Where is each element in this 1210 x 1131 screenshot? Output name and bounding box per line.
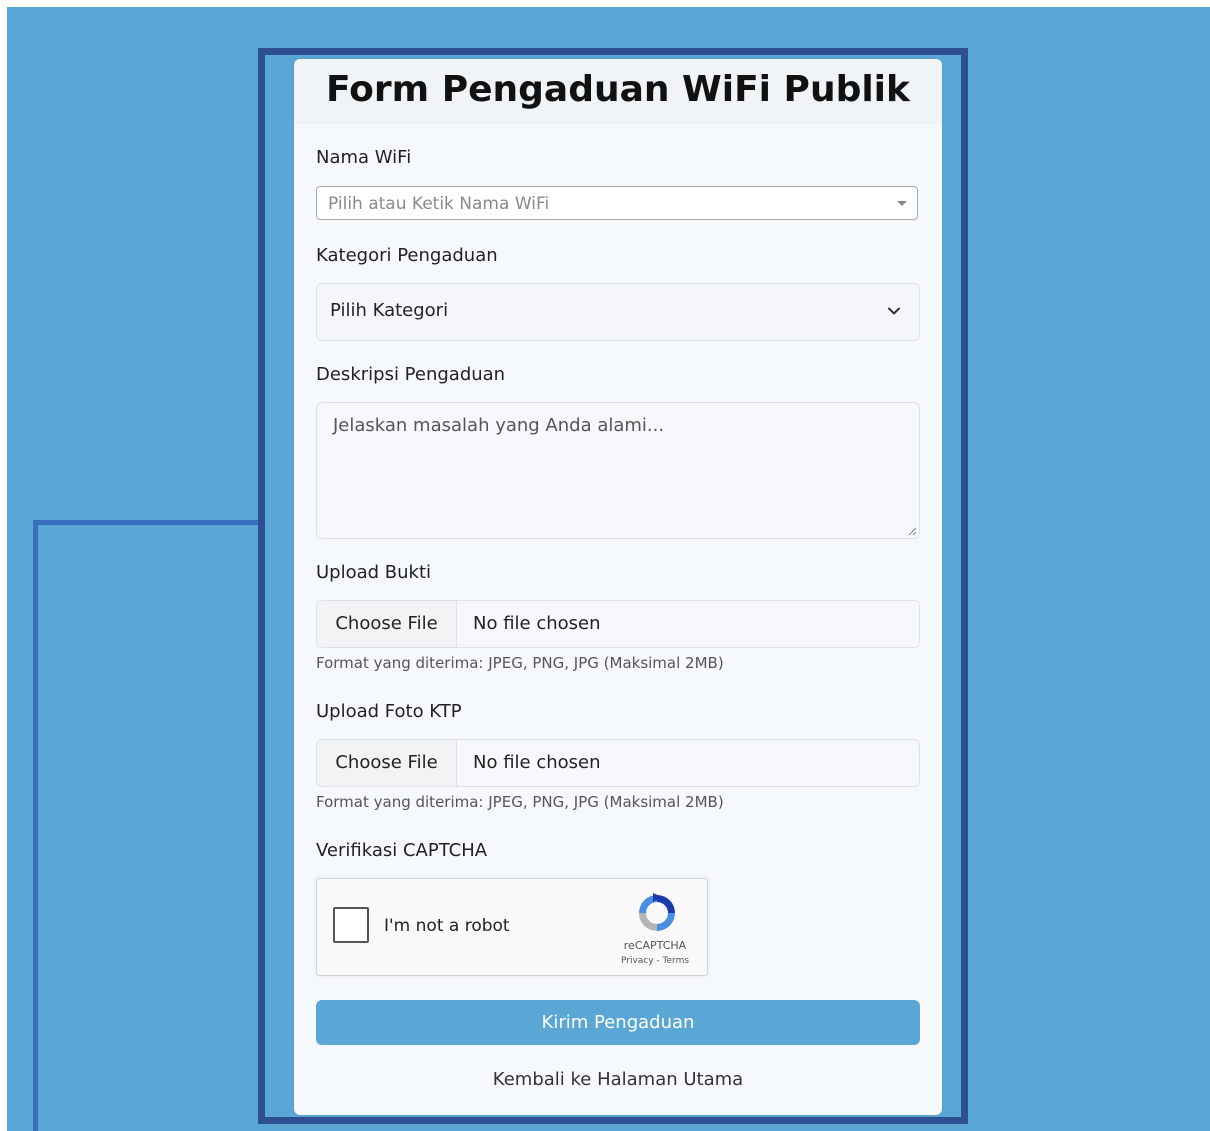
upload-ktp-input[interactable]: Choose File No file chosen	[316, 739, 920, 787]
caret-down-icon	[897, 201, 907, 206]
decorative-line	[33, 520, 261, 1131]
captcha-label: Verifikasi CAPTCHA	[316, 840, 488, 861]
upload-evidence-status: No file chosen	[473, 613, 601, 634]
recaptcha-widget: I'm not a robot reCAPTCHA Privacy - Term…	[316, 878, 708, 976]
upload-evidence-choose-button[interactable]: Choose File	[317, 601, 457, 647]
recaptcha-brand-text: reCAPTCHA	[623, 939, 687, 952]
upload-evidence-hint: Format yang diterima: JPEG, PNG, JPG (Ma…	[316, 654, 724, 672]
category-select[interactable]: Pilih Kategori	[316, 283, 920, 341]
recaptcha-logo-icon	[639, 893, 675, 931]
upload-ktp-status: No file chosen	[473, 752, 601, 773]
back-to-home-link[interactable]: Kembali ke Halaman Utama	[294, 1069, 942, 1090]
resize-handle-icon[interactable]	[907, 526, 917, 536]
description-textarea[interactable]: Jelaskan masalah yang Anda alami...	[316, 402, 920, 539]
category-selected-value: Pilih Kategori	[330, 300, 449, 321]
page-title: Form Pengaduan WiFi Publik	[326, 69, 910, 110]
description-label: Deskripsi Pengaduan	[316, 364, 506, 385]
wifi-name-label: Nama WiFi	[316, 147, 412, 168]
description-placeholder: Jelaskan masalah yang Anda alami...	[333, 415, 665, 436]
captcha-checkbox[interactable]	[333, 907, 369, 943]
wifi-name-placeholder: Pilih atau Ketik Nama WiFi	[328, 194, 550, 214]
upload-ktp-choose-button[interactable]: Choose File	[317, 740, 457, 786]
captcha-text: I'm not a robot	[384, 916, 510, 936]
wifi-name-select[interactable]: Pilih atau Ketik Nama WiFi	[316, 186, 918, 220]
submit-complaint-button[interactable]: Kirim Pengaduan	[316, 1000, 920, 1045]
category-label: Kategori Pengaduan	[316, 245, 498, 266]
card-header: Form Pengaduan WiFi Publik	[294, 59, 942, 124]
upload-ktp-label: Upload Foto KTP	[316, 701, 462, 722]
chevron-down-icon	[888, 307, 900, 315]
upload-evidence-input[interactable]: Choose File No file chosen	[316, 600, 920, 648]
recaptcha-privacy-terms[interactable]: Privacy - Terms	[607, 956, 703, 966]
upload-evidence-label: Upload Bukti	[316, 562, 432, 583]
upload-ktp-hint: Format yang diterima: JPEG, PNG, JPG (Ma…	[316, 793, 724, 811]
complaint-form-card: Form Pengaduan WiFi Publik Nama WiFi Pil…	[294, 59, 942, 1115]
